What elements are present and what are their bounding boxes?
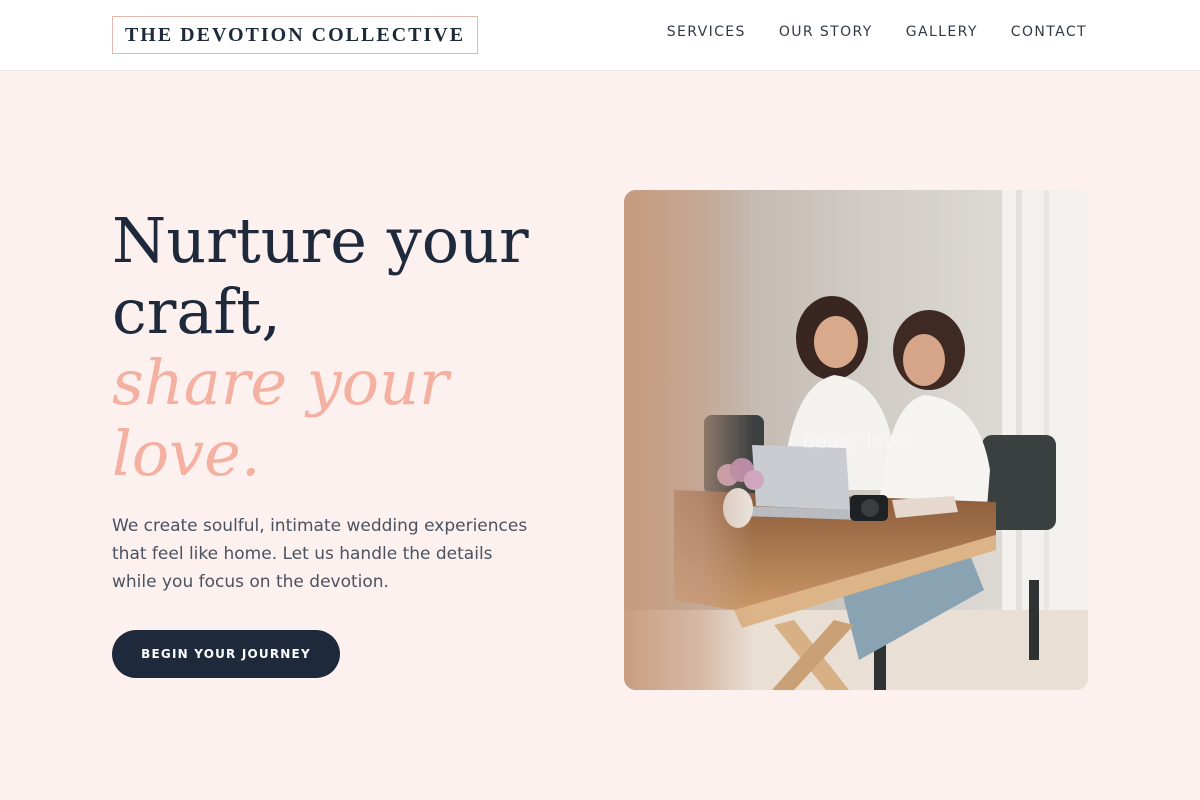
page: THE DEVOTION COLLECTIVE SERVICES OUR STO… [0, 0, 1200, 800]
site-logo[interactable]: THE DEVOTION COLLECTIVE [112, 16, 478, 54]
begin-journey-button[interactable]: BEGIN YOUR JOURNEY [112, 630, 340, 678]
subcopy-line-2: that feel like home. Let us handle the d… [112, 544, 493, 564]
nav-services[interactable]: SERVICES [667, 24, 746, 40]
headline-line-1: Nurture your [112, 204, 529, 277]
headline-line-2: craft, [112, 275, 281, 348]
hero-photo: beary love [624, 190, 1088, 690]
hero-photo-illustration: beary love [624, 190, 1088, 690]
subcopy-line-1: We create soulful, intimate wedding expe… [112, 516, 528, 536]
headline-accent-line-1: share your [112, 346, 449, 419]
headline-accent-line-2: love. [112, 417, 261, 490]
site-header: THE DEVOTION COLLECTIVE SERVICES OUR STO… [0, 0, 1200, 71]
subcopy-line-3: while you focus on the devotion. [112, 572, 389, 592]
photo-watermark: beary love [802, 429, 908, 453]
nav-gallery[interactable]: GALLERY [906, 24, 978, 40]
hero-subcopy: We create soulful, intimate wedding expe… [112, 512, 572, 596]
hero-headline: Nurture your craft, share your love. [112, 205, 592, 489]
main-nav: SERVICES OUR STORY GALLERY CONTACT [667, 24, 1087, 40]
nav-contact[interactable]: CONTACT [1011, 24, 1087, 40]
nav-our-story[interactable]: OUR STORY [779, 24, 873, 40]
